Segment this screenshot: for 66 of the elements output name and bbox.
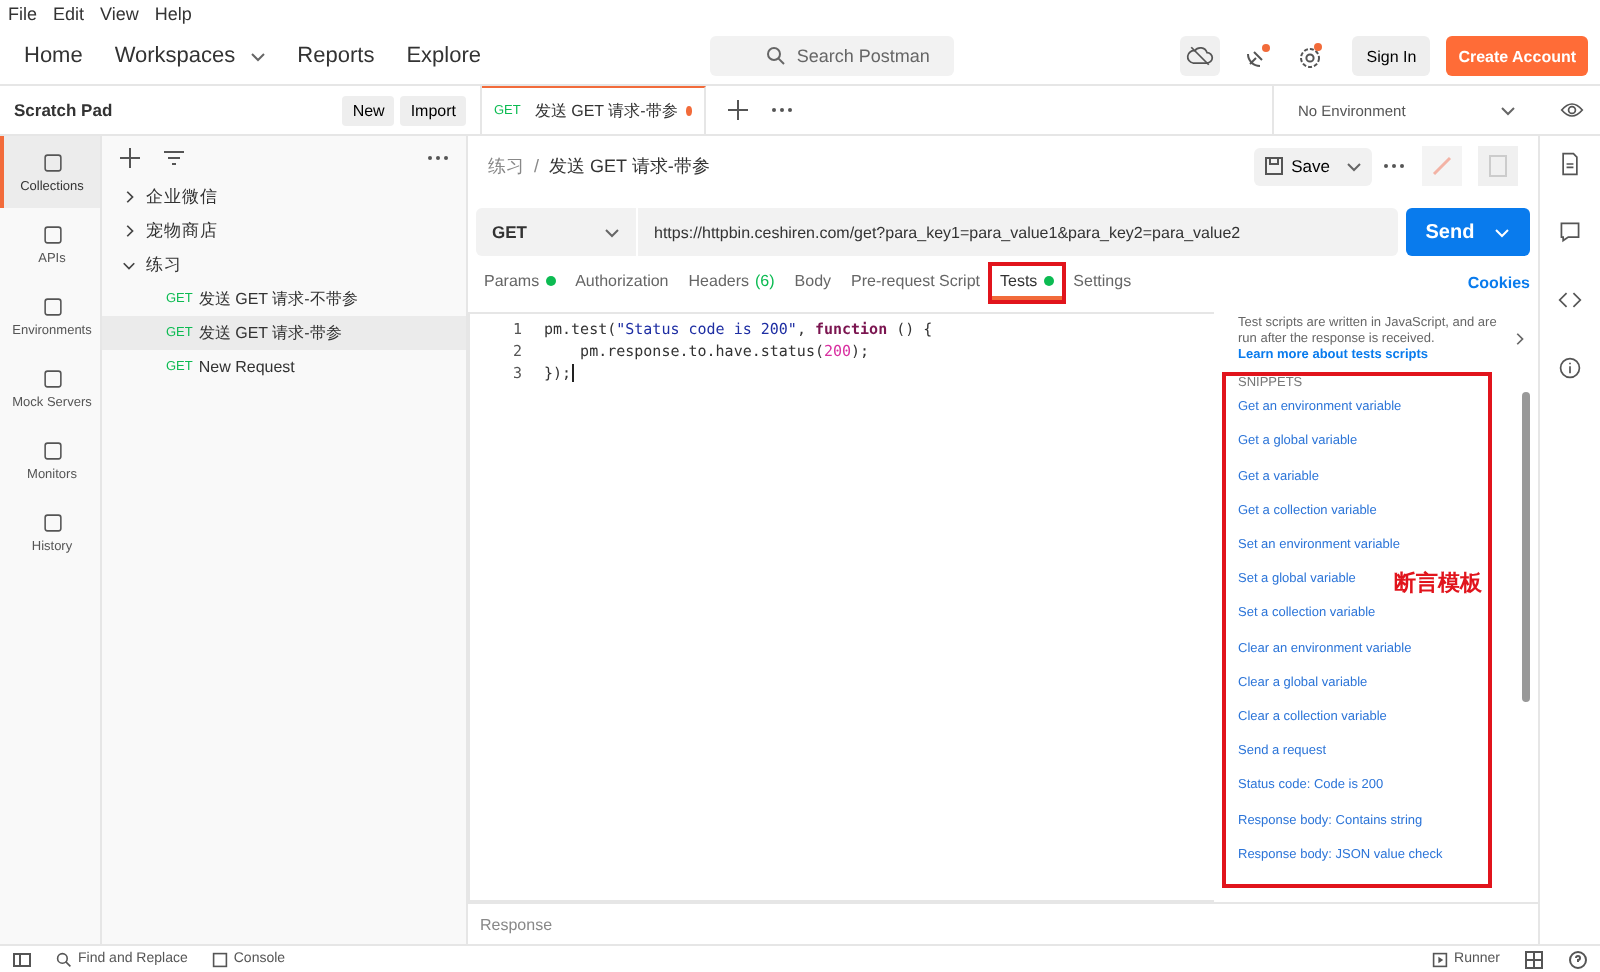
request-tab[interactable]: Headers (6) — [680, 265, 783, 299]
document-icon[interactable] — [1558, 152, 1582, 176]
search-icon — [56, 951, 72, 967]
chevron-right-icon[interactable] — [122, 190, 136, 204]
breadcrumb-separator: / — [534, 156, 540, 176]
filter-icon[interactable] — [162, 146, 186, 170]
menu-item[interactable]: File — [8, 4, 38, 24]
settings-icon[interactable] — [1296, 42, 1325, 70]
workspace-title: Scratch Pad — [14, 100, 113, 120]
square-icon — [41, 367, 63, 389]
menu-item[interactable]: Help — [154, 4, 192, 24]
satellite-icon[interactable] — [1244, 42, 1273, 70]
nav-link[interactable]: Home — [12, 44, 95, 68]
caret-icon — [1494, 224, 1511, 240]
plus-icon[interactable] — [118, 146, 142, 170]
square-icon — [41, 223, 63, 245]
caret-icon — [249, 48, 266, 64]
square-icon — [41, 295, 63, 317]
square-icon — [41, 511, 63, 533]
menu-item[interactable]: Edit — [53, 4, 85, 24]
request-title: 发送 GET 请求-带参 — [549, 153, 710, 179]
header-button[interactable]: Import — [400, 95, 466, 125]
request-tab[interactable]: Params — [476, 265, 564, 299]
request-tab[interactable]: Settings — [1065, 265, 1140, 299]
request-tab[interactable]: Body — [786, 265, 840, 299]
caret-icon — [1346, 158, 1362, 174]
comment-icon[interactable] — [1558, 220, 1582, 244]
chevron-right-icon[interactable] — [122, 224, 136, 238]
square-icon — [41, 439, 63, 461]
play-icon — [1432, 951, 1449, 967]
eye-icon[interactable] — [1560, 100, 1584, 120]
sidebar-toggle-icon[interactable] — [12, 949, 32, 969]
cloud-icon[interactable] — [1180, 36, 1221, 76]
plus-icon[interactable] — [726, 98, 750, 122]
url-field[interactable]: https://httpbin.ceshiren.com/get?para_key1=para_value1&para_key2=para_value2 — [638, 208, 1398, 256]
chevron-right-icon[interactable] — [1512, 332, 1526, 347]
code-icon[interactable] — [1558, 288, 1582, 312]
request-tab[interactable]: Authorization — [567, 265, 677, 299]
info-icon[interactable] — [1558, 356, 1582, 380]
square-icon — [41, 151, 63, 173]
sign-in-button[interactable]: Sign In — [1352, 36, 1431, 76]
caret-icon — [1500, 102, 1516, 118]
help-icon[interactable] — [1568, 949, 1588, 969]
search-field[interactable]: Search Postman — [710, 36, 955, 76]
send-button[interactable]: Send — [1406, 208, 1530, 256]
layout-icon[interactable] — [1524, 949, 1544, 969]
collection-item[interactable]: 练习 — [102, 248, 466, 282]
cookies-link[interactable]: Cookies — [1467, 273, 1530, 291]
nav-link[interactable]: Reports — [285, 44, 387, 68]
collection-item[interactable]: 宠物商店 — [102, 214, 466, 248]
breadcrumb-link[interactable]: 练习 — [488, 153, 524, 179]
chevron-down-icon[interactable] — [122, 258, 136, 272]
save-icon — [1263, 156, 1284, 176]
method-dropdown[interactable]: GET — [476, 208, 636, 256]
caret-icon — [604, 224, 620, 240]
save-button[interactable]: Save — [1253, 147, 1372, 185]
console-icon — [211, 951, 228, 967]
nav-dropdown[interactable]: Workspaces — [102, 44, 278, 68]
request-tab[interactable]: Pre-request Script — [843, 265, 988, 299]
annotation-label: 断言模板 — [1394, 568, 1482, 599]
response-label[interactable]: Response — [480, 915, 553, 933]
nav-link[interactable]: Explore — [394, 44, 493, 68]
header-button[interactable]: New — [342, 95, 395, 125]
collection-item[interactable]: 企业微信 — [102, 180, 466, 214]
menu-item[interactable]: View — [100, 4, 139, 24]
request-tab[interactable]: Tests — [992, 265, 1062, 299]
